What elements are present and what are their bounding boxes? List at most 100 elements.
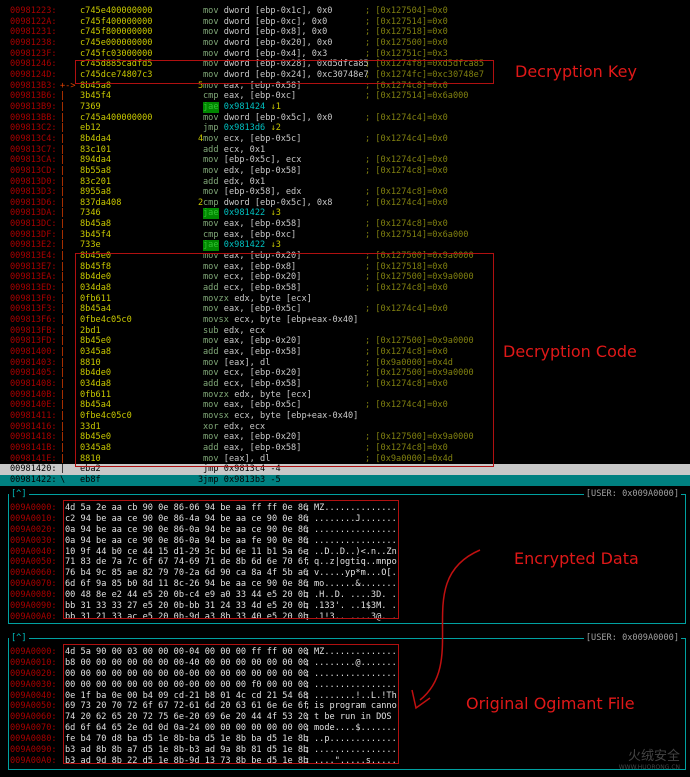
opcode-bytes: 733e — [80, 240, 101, 251]
mnemonic: add — [203, 144, 219, 155]
flow-marker: | — [60, 453, 66, 464]
flow-marker: +-> — [60, 80, 76, 91]
address: 009813FD: — [10, 336, 57, 347]
disasm-row[interactable]: 009813CA: | 894da4 mov [ebp-0x5c], ecx ; [0x1… — [0, 155, 690, 166]
comment: ; [0x1274c8]=0x0 — [365, 187, 448, 198]
address: 00981400: — [10, 347, 57, 357]
mnemonic: cmp — [203, 197, 219, 208]
flow-marker: | — [60, 240, 66, 251]
mnemonic: mov — [203, 37, 219, 48]
disasm-row[interactable]: 009813BB: | c745a400000000 mov dword [ebp-0x… — [0, 113, 690, 124]
flow-marker: | — [60, 197, 66, 208]
flow-marker: | — [60, 272, 66, 283]
hex-address: 009A0050: — [10, 557, 57, 568]
disasm-row[interactable]: 00981231: c745f800000000 mov dword [ebp-0x8… — [0, 27, 690, 38]
operands[interactable]: 0x981422 — [224, 240, 265, 251]
comment: ; [0x1274c4]=0x0 — [365, 197, 448, 208]
disasm-row[interactable]: 009813C4: | 8b4da4 4 mov ecx, [ebp-0x5c]; [0x… — [0, 134, 690, 145]
address: 009813DA: — [10, 208, 57, 219]
address: 00981422: — [10, 474, 57, 485]
flow-marker: | — [60, 187, 66, 198]
opcode-bytes: 83c201 — [80, 176, 112, 187]
hex-address: 009A0070: — [10, 723, 57, 734]
disasm-row[interactable]: 009813DA: | 7346 jae 0x981422 ↓3 — [0, 208, 690, 220]
flow-marker: | — [60, 336, 66, 347]
disasm-row[interactable]: 009813CD: | 8b55a8 mov edx, [ebp-0x58] ; [0x1… — [0, 166, 690, 177]
watermark-logo: 火绒安全 WWW.HUORONG.CN — [619, 745, 680, 771]
flow-marker: | — [60, 229, 66, 240]
flow-marker: | — [60, 176, 66, 187]
mnemonic: jmp — [203, 123, 219, 134]
hex-address: 009A0040: — [10, 690, 57, 701]
arrow-curve — [419, 549, 481, 701]
opcode-bytes: eb12 — [80, 123, 101, 134]
address: 009813F0: — [10, 293, 57, 304]
opcode-bytes: 894da4 — [80, 155, 112, 166]
mnemonic: add — [203, 176, 219, 187]
hex-address: 009A0020: — [10, 668, 57, 679]
opcode-bytes: eb8f — [80, 474, 101, 485]
hex-address: 009A0010: — [10, 657, 57, 668]
disasm-row[interactable]: 009813DC: | 8b45a8 mov eax, [ebp-0x58] ; [0x1… — [0, 219, 690, 230]
hex-address: 009A0080: — [10, 734, 57, 745]
disasm-row[interactable]: 0098122A: c745f400000000 mov dword [ebp-0xc… — [0, 17, 690, 28]
address: 009813D0: — [10, 176, 57, 187]
operands[interactable]: 0x981424 — [224, 102, 265, 113]
hex-address: 009A0010: — [10, 513, 57, 524]
opcode-bytes: c745f800000000 — [80, 27, 153, 38]
disasm-row[interactable]: 009813D0: | 83c201 add edx, 0x1 — [0, 177, 690, 188]
jump-arrow-icon: ↓2 — [270, 123, 281, 134]
disasm-row[interactable]: 009813D3: | 8955a8 mov [ebp-0x58], edx ; [0x1… — [0, 187, 690, 198]
address: 009813D6: — [10, 197, 57, 208]
address: 009813E7: — [10, 261, 57, 272]
operands[interactable]: 0x981422 — [224, 208, 265, 219]
operands: eax, [ebp-0x58] — [223, 219, 302, 230]
flow-marker: | — [60, 410, 66, 421]
disasm-row[interactable]: 00981238: c745e000000000 mov dword [ebp-0x2… — [0, 38, 690, 49]
operands: edx, [ebp-0x58] — [223, 165, 302, 176]
disasm-row[interactable]: 009813E2: | 733e jae 0x981422 ↓3 — [0, 240, 690, 252]
operands: dword [ebp-0x20], 0x0 — [223, 37, 333, 48]
disasm-row[interactable]: 00981223: c745e400000000 mov dword [ebp-0x1… — [0, 6, 690, 17]
disasm-row[interactable]: 009813C2: | eb12 jmp 0x9813d6 ↓2 — [0, 123, 690, 134]
hex-address: 009A0020: — [10, 524, 57, 535]
address: 00981403: — [10, 357, 57, 368]
disasm-row[interactable]: 00981422: \ eb8f 3 jmp 0x9813b3 -5 — [0, 474, 690, 486]
flow-marker: | — [60, 432, 66, 443]
opcode-bytes: 8b55a8 — [80, 165, 112, 176]
opcode-bytes: 83c101 — [80, 144, 112, 155]
hex-address: 009A0080: — [10, 590, 57, 601]
disasm-row[interactable]: 009813D6: | 837da408 2 cmp dword [ebp-0x5c], … — [0, 198, 690, 209]
flow-marker: | — [60, 133, 66, 144]
mnemonic: mov — [203, 112, 219, 123]
comment: ; [0x127514]=0x0 — [365, 16, 448, 27]
panel-address-label: [USER: 0x009A0000] — [583, 632, 681, 644]
operands: [ebp-0x5c], ecx — [223, 155, 302, 166]
opcode-bytes: 7369 — [80, 101, 101, 112]
operands[interactable]: 0x9813b3 -5 — [224, 475, 281, 486]
panel-collapse-button[interactable]: [^] — [9, 488, 29, 500]
address: 0098141B: — [10, 442, 57, 453]
operands: dword [ebp-0x5c], 0x0 — [223, 112, 333, 123]
address: 0098140E: — [10, 400, 57, 411]
disasm-row[interactable]: 009813B9: | 7369 jae 0x981424 ↓1 — [0, 101, 690, 113]
flow-marker: | — [60, 91, 66, 102]
panel-collapse-button[interactable]: [^] — [9, 632, 29, 644]
disasm-row[interactable]: 009813C7: | 83c101 add ecx, 0x1 — [0, 145, 690, 156]
disasm-row[interactable]: 0098123F: c745fc03000000 mov dword [ebp-0x4… — [0, 49, 690, 60]
opcode-bytes: 7346 — [80, 208, 101, 219]
address: 009813FB: — [10, 325, 57, 336]
operands: eax, [ebp-0xc] — [223, 229, 297, 240]
operands: ecx, 0x1 — [223, 144, 266, 155]
flow-marker: | — [60, 155, 66, 166]
mnemonic: mov — [203, 48, 219, 59]
address: 009813ED: — [10, 283, 57, 294]
disasm-row[interactable]: 009813B6: | 3b45f4 cmp eax, [ebp-0xc] ; [0x12… — [0, 91, 690, 102]
panel-address-label: [USER: 0x009A0000] — [583, 488, 681, 500]
flow-marker: | — [60, 219, 66, 230]
disasm-row[interactable]: 009813DF: | 3b45f4 cmp eax, [ebp-0xc] ; [0x12… — [0, 230, 690, 241]
operands[interactable]: 0x9813d6 — [224, 123, 265, 134]
address: 009813DF: — [10, 229, 57, 240]
flow-marker: \ — [60, 474, 66, 485]
opcode-bytes: 3b45f4 — [80, 91, 112, 102]
